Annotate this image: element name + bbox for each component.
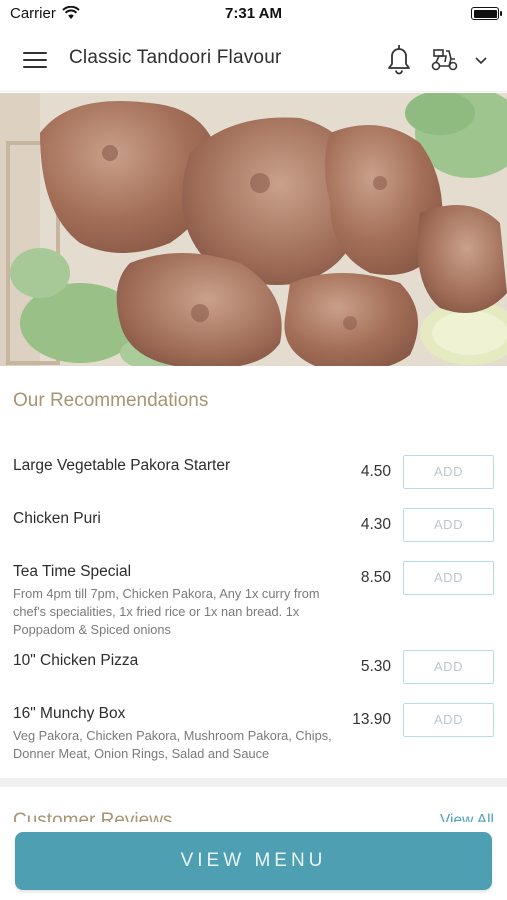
app-header: Classic Tandoori Flavour: [0, 28, 507, 92]
add-button[interactable]: ADD: [403, 455, 494, 489]
add-button[interactable]: ADD: [403, 650, 494, 684]
view-menu-button[interactable]: VIEW MENU: [15, 832, 492, 890]
item-name: 10" Chicken Pizza: [13, 652, 139, 669]
item-price: 5.30: [360, 658, 391, 675]
item-price: 4.30: [360, 516, 391, 533]
scooter-icon: [430, 46, 460, 77]
item-price: 8.50: [360, 569, 391, 586]
item-name: Large Vegetable Pakora Starter: [13, 457, 231, 474]
restaurant-title: Classic Tandoori Flavour: [69, 47, 282, 68]
add-button[interactable]: ADD: [403, 561, 494, 595]
item-name: Tea Time Special: [13, 563, 132, 580]
recommendations-title: Our Recommendations: [13, 390, 209, 411]
status-bar: Carrier 7:31 AM: [0, 0, 507, 28]
item-price: 4.50: [360, 463, 391, 480]
item-name: 16" Munchy Box: [13, 705, 126, 722]
bottom-bar: VIEW MENU: [0, 822, 507, 900]
hero-food-image: [0, 93, 507, 366]
item-price: 13.90: [352, 711, 391, 728]
item-description: From 4pm till 7pm, Chicken Pakora, Any 1…: [13, 586, 320, 637]
reviews-title: Customer Reviews: [13, 810, 173, 822]
add-button[interactable]: ADD: [403, 703, 494, 737]
bell-icon[interactable]: [384, 42, 414, 76]
status-time: 7:31 AM: [225, 5, 282, 22]
view-all-reviews-link[interactable]: View All: [440, 812, 494, 822]
main-content[interactable]: Our Recommendations Large Vegetable Pako…: [0, 366, 507, 822]
item-description: Veg Pakora, Chicken Pakora, Mushroom Pak…: [13, 728, 332, 761]
item-name: Chicken Puri: [13, 510, 101, 527]
section-divider: [0, 778, 507, 787]
hamburger-menu-icon[interactable]: [20, 47, 50, 73]
delivery-mode-selector[interactable]: [428, 44, 492, 74]
add-button[interactable]: ADD: [403, 508, 494, 542]
battery-icon: [471, 7, 502, 20]
chevron-down-icon: [474, 53, 488, 71]
